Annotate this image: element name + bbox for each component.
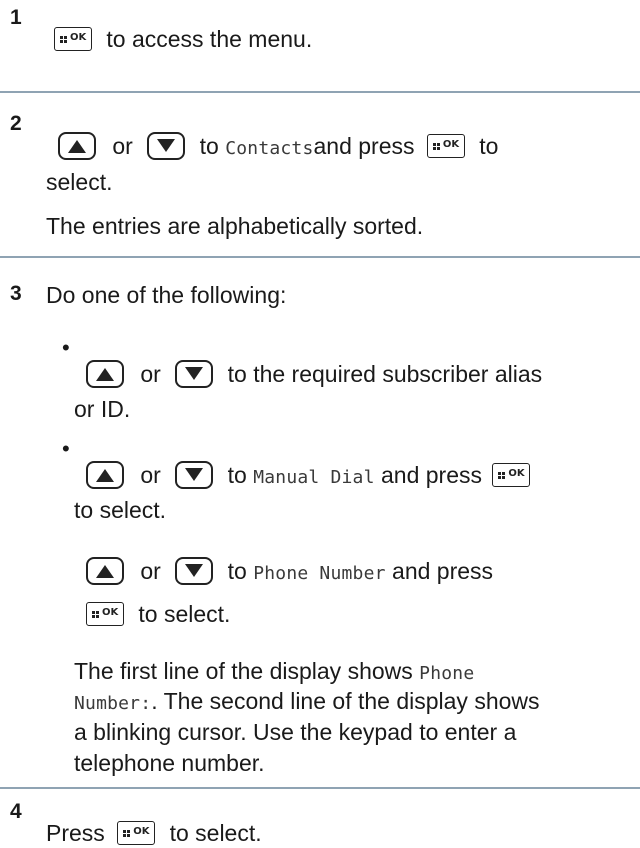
option-2-line-2: to select.: [74, 497, 167, 523]
option-1-text: to the required subscriber alias: [227, 361, 543, 387]
menu-ok-key-icon: OK: [117, 821, 156, 845]
step-2-line-2: select.: [46, 169, 113, 195]
menu-ok-key-icon: OK: [492, 463, 531, 487]
menu-item-manual-dial: Manual Dial: [253, 467, 375, 488]
to-text: to: [227, 558, 247, 584]
display-description-line-2: Number:. The second line of the display …: [74, 686, 540, 719]
display-description-line-4: telephone number.: [74, 750, 265, 776]
display-label-phone: Phone: [419, 663, 475, 684]
down-arrow-key-icon: [175, 557, 214, 585]
sub-step-line-2: OK to select.: [86, 599, 230, 629]
step-divider: [0, 787, 640, 789]
display-description-text: The first line of the display shows: [74, 658, 413, 684]
step-2-line-1: or to Contactsand press OK to: [58, 131, 498, 164]
step-2-note: The entries are alphabetically sorted.: [46, 213, 424, 239]
to-text: to: [199, 133, 219, 159]
menu-ok-key-icon: OK: [54, 27, 92, 51]
option-1-line-2: or ID.: [74, 396, 131, 422]
bullet: •: [62, 335, 70, 360]
to-text: to: [227, 462, 247, 488]
bullet: •: [62, 436, 70, 461]
step-3-intro: Do one of the following:: [46, 282, 287, 308]
and-press-text: and press: [313, 133, 415, 159]
down-arrow-key-icon: [175, 360, 214, 388]
press-text: Press: [46, 820, 105, 846]
step-1-label: to access the menu.: [106, 26, 313, 52]
up-arrow-key-icon: [86, 360, 124, 388]
step-1-text: OK to access the menu.: [54, 24, 312, 54]
up-arrow-key-icon: [86, 557, 124, 585]
option-1-line-1: or to the required subscriber alias: [86, 359, 542, 389]
menu-ok-key-icon: OK: [86, 602, 124, 626]
to-select-text: to select.: [169, 820, 262, 846]
up-arrow-key-icon: [58, 132, 96, 160]
or-text: or: [140, 361, 161, 387]
up-arrow-key-icon: [86, 461, 124, 489]
step-divider: [0, 256, 640, 258]
or-text: or: [140, 558, 161, 584]
step-number-1: 1: [10, 6, 22, 29]
menu-item-contacts: Contacts: [225, 138, 314, 159]
step-number-4: 4: [10, 800, 22, 823]
menu-ok-key-icon: OK: [426, 134, 465, 158]
down-arrow-key-icon: [147, 132, 186, 160]
display-description-line-3: a blinking cursor. Use the keypad to ent…: [74, 719, 517, 745]
and-press-text: and press: [381, 462, 483, 488]
down-arrow-key-icon: [175, 461, 214, 489]
menu-item-phone-number: Phone Number: [253, 563, 386, 584]
to-select-text: to select.: [138, 601, 231, 627]
step-number-2: 2: [10, 112, 22, 135]
step-4-line: Press OK to select.: [46, 818, 262, 848]
display-label-number: Number:: [74, 693, 152, 714]
sub-step-line-1: or to Phone Number and press: [86, 556, 493, 589]
to-text: to: [479, 133, 499, 159]
step-number-3: 3: [10, 282, 22, 305]
or-text: or: [140, 462, 161, 488]
display-description-text: . The second line of the display shows: [151, 688, 540, 714]
step-divider: [0, 91, 640, 93]
or-text: or: [112, 133, 133, 159]
option-2-line-1: or to Manual Dial and press OK: [86, 460, 531, 493]
and-press-text: and press: [392, 558, 494, 584]
display-description-line-1: The first line of the display shows Phon…: [74, 656, 474, 689]
